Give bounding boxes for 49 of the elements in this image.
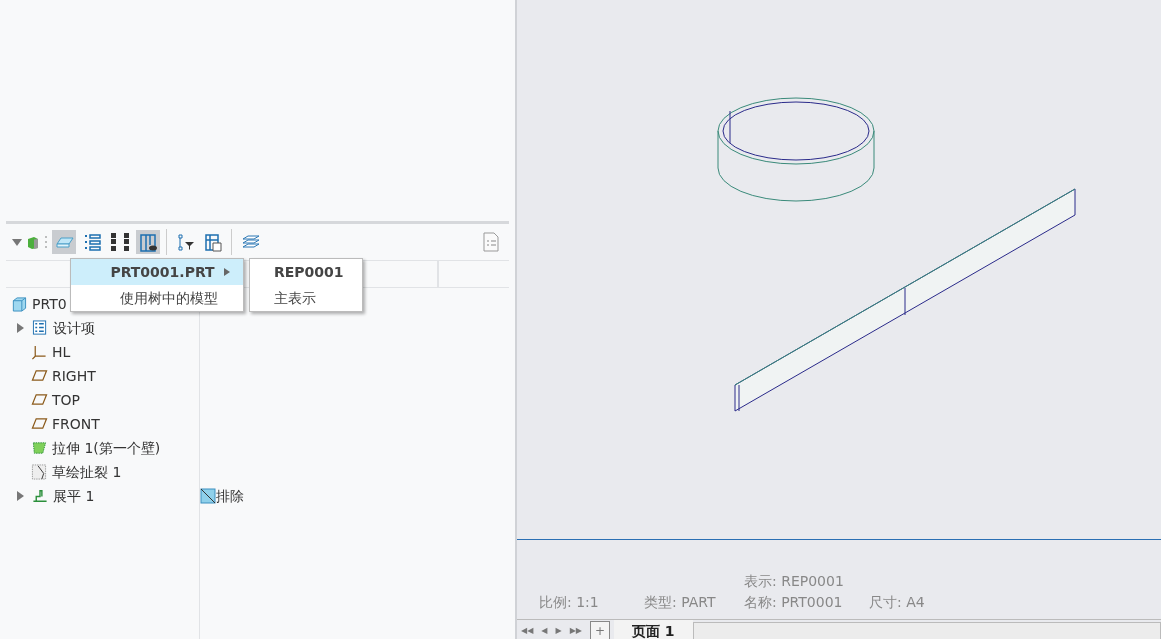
flatten-icon — [31, 488, 49, 504]
tree-item-label[interactable]: TOP — [52, 389, 80, 411]
status-text: 类型: PART — [644, 593, 717, 612]
submenu-arrow-icon — [224, 268, 230, 276]
table-icon — [203, 232, 223, 252]
document-icon — [482, 232, 500, 252]
previous-page-button[interactable]: ◀ — [537, 620, 552, 639]
tree-dots-icon — [110, 232, 130, 252]
part-icon — [10, 296, 28, 312]
wall-icon — [30, 440, 48, 456]
first-page-button[interactable]: ◀◀ — [517, 620, 538, 639]
plane-icon — [30, 368, 48, 384]
tree-item-label[interactable]: 设计项 — [53, 317, 95, 339]
drag-handle-icon — [44, 234, 48, 250]
plane-icon — [30, 392, 48, 408]
filter-icon — [175, 232, 195, 252]
menu-item[interactable]: 主表示 — [250, 285, 362, 311]
excluded-icon — [200, 488, 216, 504]
tree-item-label[interactable]: 草绘扯裂 1 — [52, 461, 122, 483]
page-tab[interactable]: 页面 1 — [614, 620, 693, 639]
expand-triangle-icon — [16, 323, 24, 333]
collapse-triangle-icon — [12, 237, 22, 247]
tree-item-label[interactable]: FRONT — [52, 413, 100, 435]
tree-item-label[interactable]: 拉伸 1(第一个壁) — [52, 437, 161, 459]
menu-item[interactable]: PRT0001.PRT — [71, 259, 243, 285]
cube-icon — [26, 235, 40, 249]
add-page-button[interactable]: + — [589, 621, 610, 639]
tree-item-label[interactable]: 展平 1 — [53, 485, 95, 507]
columns-icon — [138, 232, 158, 252]
status-text: 比例: 1:1 — [539, 593, 600, 612]
tree-item-label[interactable]: HL — [52, 341, 71, 363]
next-page-button[interactable]: ▶ — [551, 620, 566, 639]
menu-item[interactable]: REP0001 — [250, 259, 362, 285]
menu-item[interactable]: 使用树中的模型 — [71, 285, 243, 311]
status-text: 表示: REP0001 — [744, 572, 845, 591]
csys-icon — [30, 344, 48, 360]
last-page-button[interactable]: ▶▶ — [565, 620, 586, 639]
plane-icon — [30, 416, 48, 432]
show-columns-button[interactable] — [136, 230, 160, 254]
table-cell-text: 排除 — [216, 486, 244, 506]
tree-item-label[interactable]: PRT0 — [32, 293, 67, 315]
expand-triangle-icon — [16, 491, 24, 501]
status-text: 尺寸: A4 — [869, 593, 926, 612]
tree-levels-button[interactable] — [108, 230, 132, 254]
tree-item-label[interactable]: RIGHT — [52, 365, 96, 387]
list-icon — [82, 232, 102, 252]
status-text: 名称: PRT0001 — [744, 593, 844, 612]
rip-icon — [30, 464, 48, 480]
design-icon — [31, 320, 49, 336]
